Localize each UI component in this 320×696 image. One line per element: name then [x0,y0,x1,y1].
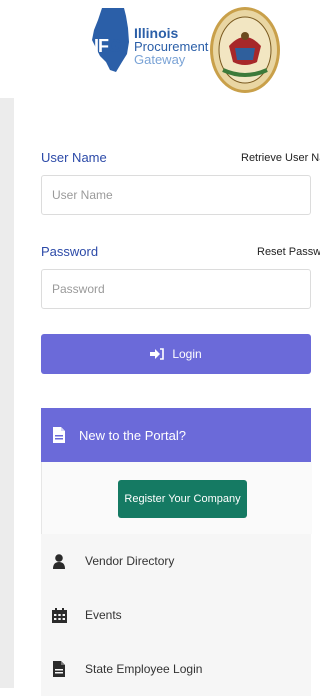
ipg-mark: IFG [94,36,122,56]
password-input[interactable] [41,269,311,309]
username-input[interactable] [41,175,311,215]
document-icon [51,661,67,677]
menu-item-label: State Employee Login [85,662,203,676]
header: IFG Illinois Procurement Gateway [0,0,308,98]
menu-item-events[interactable]: Events [41,588,311,642]
login-button[interactable]: Login [41,334,311,374]
document-icon [53,427,65,443]
ipg-wordmark: Illinois Procurement Gateway [134,26,208,66]
calendar-icon [51,607,67,623]
sign-in-icon [150,348,165,360]
left-gutter [0,98,14,688]
menu-item-vendor-directory[interactable]: Vendor Directory [41,534,311,588]
menu-item-label: Vendor Directory [85,554,175,568]
register-company-button[interactable]: Register Your Company [118,480,247,518]
retrieve-username-link[interactable]: Retrieve User Na [241,152,320,164]
username-label: User Name [41,150,107,165]
ipg-logo: IFG Illinois Procurement Gateway [88,6,208,76]
password-label: Password [41,244,99,259]
new-to-portal-title: New to the Portal? [79,427,186,443]
reset-password-link[interactable]: Reset Passw [257,246,320,258]
logo-line-1: Illinois [134,25,179,41]
user-icon [51,553,67,569]
logo-line-3: Gateway [134,52,186,67]
new-to-portal-header[interactable]: New to the Portal? [41,408,311,462]
login-label: Login [172,347,202,361]
state-seal-icon [210,7,280,93]
register-section: Register Your Company [41,462,312,534]
menu-item-label: Events [85,608,122,622]
